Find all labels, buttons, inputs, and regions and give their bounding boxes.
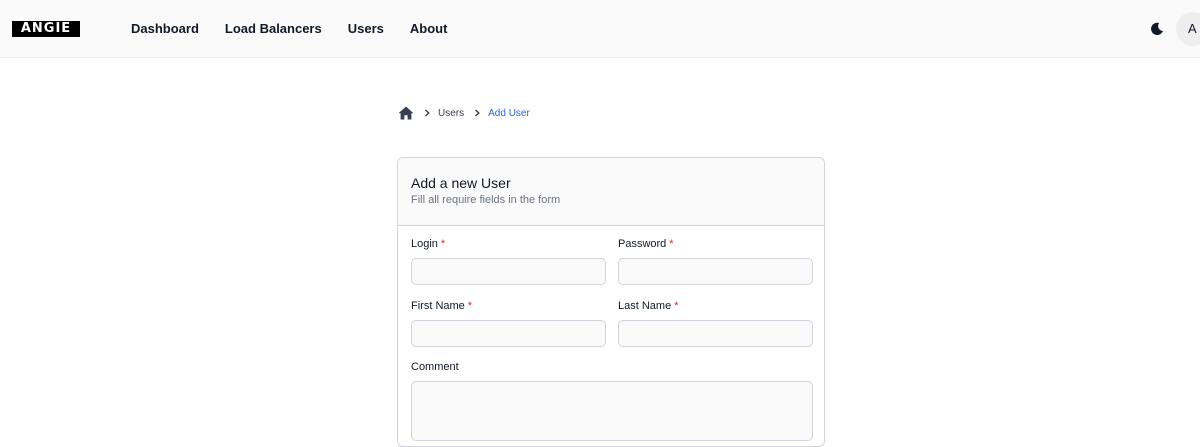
user-avatar[interactable]: A <box>1176 12 1200 46</box>
top-navbar: ANGIE Dashboard Load Balancers Users Abo… <box>0 0 1200 58</box>
first-name-input[interactable] <box>411 320 606 347</box>
home-icon[interactable] <box>398 106 414 120</box>
last-name-input[interactable] <box>618 320 813 347</box>
angie-logo[interactable]: ANGIE <box>12 21 80 37</box>
required-marker: * <box>440 238 446 250</box>
login-label: Login * <box>411 238 446 250</box>
main-nav: Dashboard Load Balancers Users About <box>131 21 447 37</box>
add-user-form-card: Add a new User Fill all require fields i… <box>397 157 825 447</box>
password-input[interactable] <box>618 258 813 285</box>
first-name-label: First Name * <box>411 300 473 312</box>
breadcrumb-users[interactable]: Users <box>438 108 464 119</box>
comment-label: Comment <box>411 361 459 373</box>
required-marker: * <box>467 300 473 312</box>
nav-item-about[interactable]: About <box>410 21 448 37</box>
moon-icon[interactable] <box>1150 22 1164 36</box>
last-name-label: Last Name * <box>618 300 679 312</box>
password-label: Password * <box>618 238 674 250</box>
form-subtitle: Fill all require fields in the form <box>411 194 561 206</box>
form-title: Add a new User <box>411 175 511 191</box>
nav-item-users[interactable]: Users <box>348 21 384 37</box>
login-input[interactable] <box>411 258 606 285</box>
chevron-right-icon <box>425 109 430 117</box>
nav-item-load-balancers[interactable]: Load Balancers <box>225 21 322 37</box>
required-marker: * <box>669 238 674 250</box>
breadcrumb: Users Add User <box>398 106 530 120</box>
comment-textarea[interactable] <box>411 381 813 441</box>
nav-item-dashboard[interactable]: Dashboard <box>131 21 199 37</box>
chevron-right-icon <box>475 109 480 117</box>
required-marker: * <box>674 300 679 312</box>
breadcrumb-add-user: Add User <box>488 107 530 119</box>
form-card-header: Add a new User Fill all require fields i… <box>398 158 824 226</box>
